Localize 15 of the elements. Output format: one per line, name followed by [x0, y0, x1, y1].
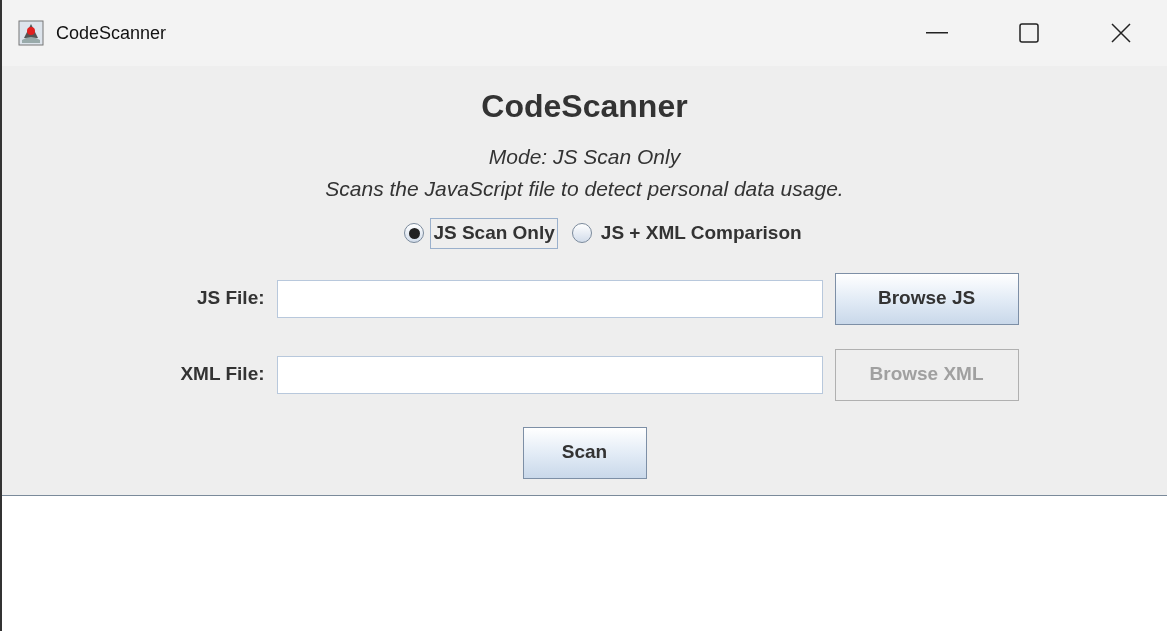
- close-icon: [1110, 22, 1132, 44]
- file-path-field[interactable]: [276, 355, 823, 394]
- scan-button[interactable]: Scan: [522, 426, 647, 479]
- description-text: Scans the JavaScript file to detect personal data usage.: [325, 176, 844, 202]
- app-icon: [18, 20, 44, 46]
- window-title: CodeScanner: [56, 21, 167, 45]
- mode-text: Mode: JS Scan Only: [488, 144, 681, 170]
- maximize-icon: [1019, 23, 1039, 43]
- file-path-field[interactable]: [276, 279, 823, 318]
- app-heading: CodeScanner: [481, 87, 688, 126]
- browse-button[interactable]: Browse JS: [834, 272, 1019, 325]
- minimize-icon: [926, 32, 948, 34]
- field-label: JS File:: [195, 286, 265, 311]
- mode-radio[interactable]: JS + XML Comparison: [571, 218, 805, 249]
- field-label: XML File:: [180, 362, 265, 387]
